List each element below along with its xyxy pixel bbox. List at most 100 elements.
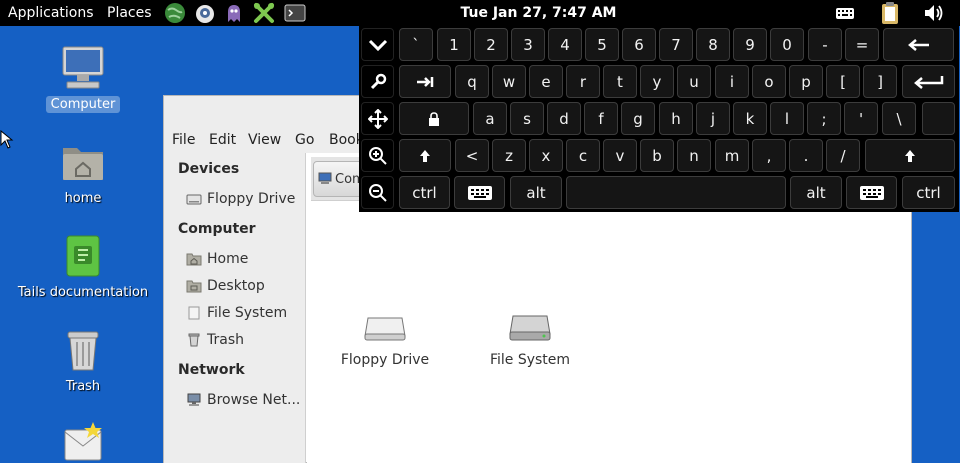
key-layout-right[interactable] [846,176,897,209]
places-menu[interactable]: Places [107,5,152,21]
keyboard-indicator-icon[interactable] [834,1,856,25]
key-m[interactable]: m [715,139,749,172]
key-s[interactable]: s [510,102,544,135]
file-item-floppy-drive[interactable]: Floppy Drive [330,312,440,368]
key-tab[interactable] [399,65,451,98]
clipboard-icon[interactable] [879,1,901,25]
key-slash[interactable]: / [826,139,860,172]
key-u[interactable]: u [677,65,711,98]
key-5[interactable]: 5 [585,28,619,61]
menu-go[interactable]: Go [295,132,314,148]
key-comma[interactable]: , [752,139,786,172]
key-left-bracket[interactable]: [ [826,65,860,98]
key-k[interactable]: k [733,102,767,135]
key-a[interactable]: a [473,102,507,135]
clock[interactable]: Tue Jan 27, 7:47 AM [461,5,617,21]
key-period[interactable]: . [789,139,823,172]
file-item-file-system[interactable]: File System [475,312,585,368]
zoom-out-key[interactable] [361,176,394,209]
key-alt-right[interactable]: alt [790,176,842,209]
sidebar-item-file-system[interactable]: File System [186,305,287,321]
sidebar-item-floppy-drive[interactable]: Floppy Drive [186,191,295,207]
tools-icon[interactable] [253,2,275,24]
key-t[interactable]: t [603,65,637,98]
key-z[interactable]: z [492,139,526,172]
menu-edit[interactable]: Edit [209,132,236,148]
key-less-than[interactable]: < [455,139,489,172]
key-backspace[interactable] [883,28,954,61]
key-d[interactable]: d [547,102,581,135]
key-e[interactable]: e [529,65,563,98]
key-equals[interactable]: = [845,28,879,61]
key-i[interactable]: i [715,65,749,98]
places-sidebar: Devices Floppy Drive Computer Home Deskt… [164,153,306,463]
key-8[interactable]: 8 [696,28,730,61]
key-backslash[interactable]: \ [882,102,916,135]
desktop-home[interactable]: home [8,138,158,207]
key-enter[interactable] [902,65,955,98]
pidgin-icon[interactable] [223,2,245,24]
key-x[interactable]: x [529,139,563,172]
vidalia-onion-icon[interactable] [194,2,216,24]
key-o[interactable]: o [752,65,786,98]
sidebar-item-home[interactable]: Home [186,251,248,267]
key-g[interactable]: g [621,102,655,135]
terminal-icon[interactable] [284,2,306,24]
key-backtick[interactable]: ` [399,28,433,61]
move-key[interactable] [361,102,394,135]
key-3[interactable]: 3 [511,28,545,61]
sidebar-item-browse-network[interactable]: Browse Net... [186,392,300,408]
key-7[interactable]: 7 [659,28,693,61]
sidebar-item-desktop[interactable]: Desktop [186,278,265,294]
key-right-bracket[interactable]: ] [863,65,897,98]
key-2[interactable]: 2 [474,28,508,61]
key-ctrl-right[interactable]: ctrl [902,176,955,209]
key-alt-left[interactable]: alt [510,176,562,209]
key-enter-lower[interactable] [922,102,955,135]
key-space[interactable] [566,176,786,209]
key-p[interactable]: p [789,65,823,98]
desktop-icon-label: Tails documentation [17,285,149,300]
key-shift-left[interactable] [399,139,451,172]
zoom-in-key[interactable] [361,139,394,172]
key-n[interactable]: n [677,139,711,172]
key-4[interactable]: 4 [548,28,582,61]
desktop-trash[interactable]: Trash [8,326,158,395]
desktop-mail[interactable] [8,420,158,463]
volume-icon[interactable] [922,1,946,25]
sidebar-item-trash[interactable]: Trash [186,332,244,348]
key-ctrl-left[interactable]: ctrl [399,176,450,209]
key-j[interactable]: j [696,102,730,135]
key-minus[interactable]: - [808,28,842,61]
key-1[interactable]: 1 [437,28,471,61]
key-h[interactable]: h [659,102,693,135]
sidebar-heading-computer: Computer [178,221,256,237]
tor-globe-icon[interactable] [164,2,186,24]
applications-menu[interactable]: Applications [8,5,94,21]
menu-view[interactable]: View [248,132,281,148]
key-c[interactable]: c [566,139,600,172]
top-panel: Applications Places Tue Jan 27, 7:47 AM [0,0,960,26]
key-v[interactable]: v [603,139,637,172]
key-layout-left[interactable] [454,176,505,209]
key-9[interactable]: 9 [733,28,767,61]
key-apostrophe[interactable]: ' [844,102,878,135]
desktop-tails-documentation[interactable]: Tails documentation [8,232,158,301]
key-l[interactable]: l [770,102,804,135]
key-f[interactable]: f [584,102,618,135]
key-q[interactable]: q [455,65,489,98]
key-6[interactable]: 6 [622,28,656,61]
desktop-computer[interactable]: Computer [8,44,158,113]
settings-key[interactable] [361,65,394,98]
key-b[interactable]: b [640,139,674,172]
sidebar-item-label: Floppy Drive [207,191,296,207]
key-0[interactable]: 0 [770,28,804,61]
menu-file[interactable]: File [172,132,195,148]
key-semicolon[interactable]: ; [807,102,841,135]
key-y[interactable]: y [640,65,674,98]
key-caps-lock[interactable] [399,102,469,135]
key-w[interactable]: w [492,65,526,98]
key-shift-right[interactable] [865,139,955,172]
key-r[interactable]: r [566,65,600,98]
collapse-keyboard-key[interactable] [361,28,394,61]
